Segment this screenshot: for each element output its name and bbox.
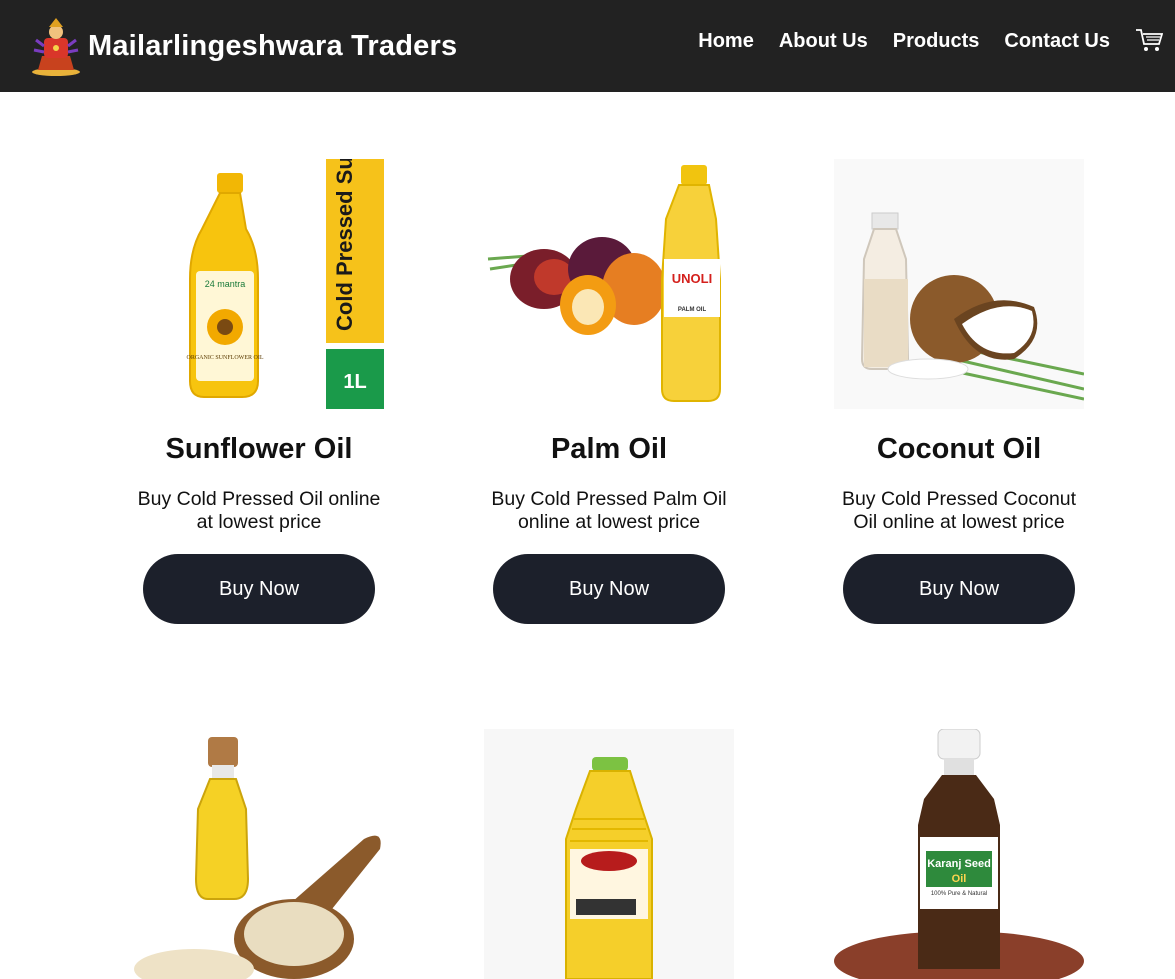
size-label-text: 1L bbox=[343, 371, 366, 393]
nav-contact-us[interactable]: Contact Us bbox=[1004, 30, 1110, 53]
product-description: Buy Cold Pressed Palm Oil online at lowe… bbox=[491, 488, 727, 533]
cart-icon[interactable] bbox=[1135, 27, 1163, 53]
nav-products[interactable]: Products bbox=[893, 30, 980, 53]
nav-about-us[interactable]: About Us bbox=[779, 30, 868, 53]
buy-now-button[interactable]: Buy Now bbox=[843, 554, 1075, 624]
bottle-brand-text: Karanj Seed bbox=[927, 858, 991, 870]
palm-oil-image: UNOLI PALM OIL bbox=[484, 159, 734, 409]
bottle-label-text: PALM OIL bbox=[678, 307, 707, 313]
bottle-brand-text: UNOLI bbox=[672, 271, 712, 286]
lamp-oil-image bbox=[484, 729, 734, 979]
brand-name: Mailarlingeshwara Traders bbox=[88, 29, 458, 62]
product-description: Buy Cold Pressed Oil online at lowest pr… bbox=[137, 488, 381, 533]
buy-now-button[interactable]: Buy Now bbox=[493, 554, 725, 624]
sesame-oil-image bbox=[134, 729, 384, 979]
product-card-sunflower: 24 mantra ORGANIC SUNFLOWER OIL Cold Pre… bbox=[134, 159, 384, 624]
bottle-small-text: 100% Pure & Natural bbox=[931, 891, 987, 897]
brand[interactable]: Mailarlingeshwara Traders bbox=[30, 16, 457, 76]
buy-now-button[interactable]: Buy Now bbox=[143, 554, 375, 624]
sunflower-oil-image: 24 mantra ORGANIC SUNFLOWER OIL Cold Pre… bbox=[134, 159, 384, 409]
bottle-label-text: Oil bbox=[952, 873, 967, 885]
product-card-sesame bbox=[134, 729, 384, 979]
bottle-brand-text: 24 mantra bbox=[205, 279, 246, 289]
deity-logo-icon bbox=[32, 18, 80, 76]
karanj-seed-oil-image: Karanj Seed Oil 100% Pure & Natural bbox=[834, 729, 1084, 979]
product-description: Buy Cold Pressed Coconut Oil online at l… bbox=[841, 488, 1077, 533]
main-nav: Home About Us Products Contact Us bbox=[698, 27, 1175, 53]
product-title: Palm Oil bbox=[550, 433, 668, 465]
product-card-lamp-oil bbox=[484, 729, 734, 979]
bottle-label-text: ORGANIC SUNFLOWER OIL bbox=[187, 355, 264, 361]
product-card-karanj-oil: Karanj Seed Oil 100% Pure & Natural bbox=[834, 729, 1084, 979]
product-title: Sunflower Oil bbox=[165, 433, 353, 465]
navbar: Mailarlingeshwara Traders Home About Us … bbox=[0, 0, 1175, 92]
product-title: Coconut Oil bbox=[876, 433, 1042, 465]
cold-pressed-label-text: Cold Pressed Sunflower Oil bbox=[332, 159, 357, 331]
product-card-coconut: Coconut Oil Buy Cold Pressed Coconut Oil… bbox=[834, 159, 1084, 624]
coconut-oil-image bbox=[834, 159, 1084, 409]
nav-home[interactable]: Home bbox=[698, 30, 754, 53]
product-card-palm: UNOLI PALM OIL Palm Oil Buy Cold Pressed… bbox=[484, 159, 734, 624]
